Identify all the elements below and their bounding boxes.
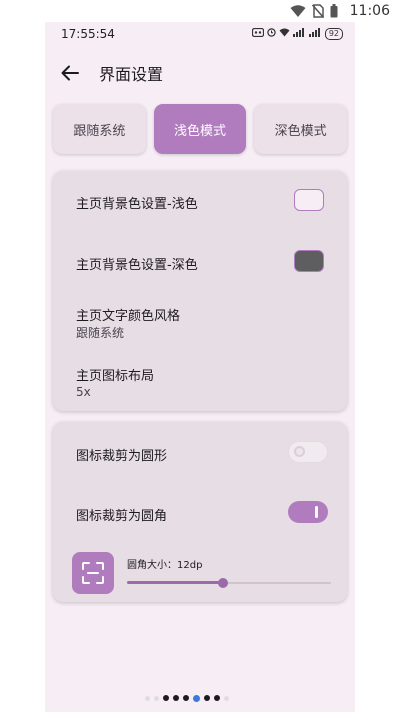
page-dot[interactable] xyxy=(204,695,210,701)
toggle-knob xyxy=(315,506,318,518)
app-status-icons: 92 xyxy=(251,27,343,40)
corner-radius-label: 圆角大小：12dp xyxy=(127,560,203,571)
wifi-icon xyxy=(290,4,306,18)
page-dot[interactable] xyxy=(145,695,150,701)
page-dot[interactable] xyxy=(173,695,179,701)
mode-light-button[interactable]: 浅色模式 xyxy=(153,104,247,154)
bg-light-setting-label: 主页背景色设置-浅色 xyxy=(76,197,198,212)
page-dot[interactable] xyxy=(154,695,159,701)
app-window: 17:55:54 92 界面设置 跟随系统 浅色模式 深色模式 主页背景色设置-… xyxy=(45,22,355,712)
icon-layout-row[interactable]: 主页图标布局 5x xyxy=(53,356,347,411)
wifi-icon xyxy=(279,28,290,40)
clip-rounded-row[interactable]: 图标裁剪为圆角 xyxy=(53,482,347,542)
bg-light-setting-row[interactable]: 主页背景色设置-浅色 xyxy=(53,171,347,231)
top-app-bar: 界面设置 xyxy=(45,52,355,92)
bg-dark-setting-label: 主页背景色设置-深色 xyxy=(76,258,198,273)
page-dot[interactable] xyxy=(214,695,220,701)
battery-icon xyxy=(330,4,338,18)
alarm-icon xyxy=(267,28,276,40)
mode-follow-system-button[interactable]: 跟随系统 xyxy=(53,104,146,154)
page-dot[interactable] xyxy=(163,695,169,701)
corner-radius-slider[interactable] xyxy=(127,576,331,590)
no-sim-icon xyxy=(311,4,324,18)
clip-circle-label: 图标裁剪为圆形 xyxy=(76,449,168,464)
slider-fill xyxy=(127,581,223,584)
clip-circle-toggle[interactable] xyxy=(288,441,328,463)
page-dot-active[interactable] xyxy=(193,694,200,702)
home-appearance-card: 主页背景色设置-浅色 主页背景色设置-深色 主页文字颜色风格 跟随系统 主页图标… xyxy=(53,171,347,411)
theme-mode-selector: 跟随系统 浅色模式 深色模式 xyxy=(53,104,348,154)
icon-clip-card: 图标裁剪为圆形 图标裁剪为圆角 圆角大小：12dp xyxy=(53,422,347,602)
bg-light-color-swatch[interactable] xyxy=(294,189,324,211)
page-dot[interactable] xyxy=(224,695,229,701)
page-indicator xyxy=(145,693,255,703)
clip-rounded-label: 图标裁剪为圆角 xyxy=(76,509,168,524)
arrow-left-icon xyxy=(61,65,79,81)
battery-level: 92 xyxy=(324,28,343,40)
crop-frame-icon xyxy=(82,562,104,584)
nfc-icon xyxy=(251,27,264,40)
mode-dark-button[interactable]: 深色模式 xyxy=(254,104,348,154)
text-color-style-value: 跟随系统 xyxy=(76,326,125,340)
toggle-knob xyxy=(294,446,305,457)
clip-circle-row[interactable]: 图标裁剪为圆形 xyxy=(53,422,347,482)
bg-dark-color-swatch[interactable] xyxy=(294,250,324,272)
bg-dark-setting-row[interactable]: 主页背景色设置-深色 xyxy=(53,231,347,291)
back-button[interactable] xyxy=(57,60,83,86)
signal-icon xyxy=(292,28,306,40)
system-clock: 11:06 xyxy=(349,3,390,19)
icon-layout-label: 主页图标布局 xyxy=(76,369,155,384)
page-dot[interactable] xyxy=(183,695,189,701)
page-title: 界面设置 xyxy=(99,65,164,84)
system-status-bar: 11:06 xyxy=(0,0,400,22)
app-status-bar: 17:55:54 92 xyxy=(45,22,355,48)
signal-icon xyxy=(308,28,322,40)
system-status-icons: 11:06 xyxy=(290,3,390,19)
text-color-style-row[interactable]: 主页文字颜色风格 跟随系统 xyxy=(53,296,347,351)
corner-radius-preview xyxy=(72,552,114,594)
icon-layout-value: 5x xyxy=(76,385,91,399)
app-status-time: 17:55:54 xyxy=(61,27,115,41)
clip-rounded-toggle[interactable] xyxy=(288,501,328,523)
slider-thumb[interactable] xyxy=(217,578,228,588)
text-color-style-label: 主页文字颜色风格 xyxy=(76,309,181,324)
